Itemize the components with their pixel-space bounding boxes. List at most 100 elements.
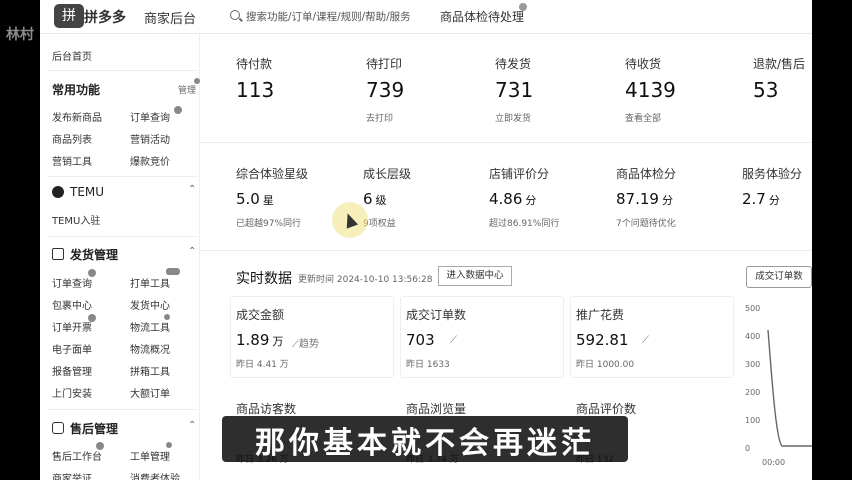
metric-label-visitors: 商品访客数 bbox=[236, 402, 297, 416]
y-tick: 300 bbox=[745, 360, 761, 369]
y-tick: 400 bbox=[745, 332, 761, 341]
sidebar-item-product-list[interactable]: 商品列表 bbox=[52, 131, 92, 146]
score-sub-shop-rating: 超过86.91%同行 bbox=[489, 219, 560, 229]
sidebar-item-print-tool[interactable]: 打单工具 bbox=[130, 275, 170, 290]
manage-link[interactable]: 管理 bbox=[178, 83, 196, 96]
item-badge bbox=[164, 314, 170, 320]
item-badge bbox=[88, 314, 96, 322]
chevron-up-icon[interactable]: ⌃ bbox=[188, 184, 196, 195]
go-print-link[interactable]: 去打印 bbox=[366, 111, 393, 124]
search-icon[interactable] bbox=[230, 10, 240, 20]
score-label-growth: 成长层级 bbox=[363, 167, 412, 181]
stat-label-pending-ship: 待发货 bbox=[495, 57, 532, 71]
metric-label-orders: 成交订单数 bbox=[406, 308, 467, 322]
sidebar-item-ticket[interactable]: 工单管理 bbox=[130, 448, 170, 463]
section-divider bbox=[200, 142, 812, 143]
stat-label-pending-payment: 待付款 bbox=[236, 57, 273, 71]
top-header: 拼 拼多多 商家后台 搜索功能/订单/课程/规则/帮助/服务 商品体检待处理 bbox=[40, 0, 812, 34]
trend-icon: ⟋ bbox=[292, 339, 299, 350]
enter-data-center-button[interactable]: 进入数据中心 bbox=[438, 266, 512, 286]
score-label-service: 服务体验分 bbox=[742, 167, 803, 181]
stat-value-refund[interactable]: 53 bbox=[753, 78, 778, 102]
sidebar-item-evidence[interactable]: 商家举证 bbox=[52, 470, 92, 480]
sidebar-item-box-tool[interactable]: 拼箱工具 bbox=[130, 363, 170, 378]
stat-value-pending-receive[interactable]: 4139 bbox=[625, 78, 676, 102]
score-number: 6 bbox=[363, 190, 373, 208]
order-count-selector[interactable]: 成交订单数 bbox=[746, 266, 812, 288]
sidebar-item-report[interactable]: 报备管理 bbox=[52, 363, 92, 378]
sidebar-item-large-order[interactable]: 大额订单 bbox=[130, 385, 170, 400]
sidebar-item-marketing-tools[interactable]: 营销工具 bbox=[52, 153, 92, 168]
sidebar-item-invoice[interactable]: 订单开票 bbox=[52, 319, 92, 334]
shipping-title: 发货管理 bbox=[70, 248, 119, 262]
search-input[interactable]: 搜索功能/订单/课程/规则/帮助/服务 bbox=[246, 9, 411, 24]
sidebar-item-e-waybill[interactable]: 电子面单 bbox=[52, 341, 92, 356]
sidebar-divider bbox=[48, 236, 198, 237]
temu-icon bbox=[52, 186, 64, 198]
item-badge bbox=[166, 268, 180, 275]
stat-value-pending-payment[interactable]: 113 bbox=[236, 78, 274, 102]
sidebar-item-consumer[interactable]: 消费者体验 bbox=[130, 470, 180, 480]
metric-value-gmv: 1.89 万 bbox=[236, 331, 283, 349]
item-badge bbox=[88, 269, 96, 277]
trend-line bbox=[767, 329, 812, 447]
score-value-growth[interactable]: 6级 bbox=[363, 190, 387, 208]
sidebar-item-order-query[interactable]: 订单查询 bbox=[52, 275, 92, 290]
metric-yesterday-gmv: 昨日 4.41 万 bbox=[236, 360, 289, 370]
score-unit: 分 bbox=[661, 194, 673, 207]
metric-label-pageviews: 商品浏览量 bbox=[406, 402, 467, 416]
sidebar-item-publish[interactable]: 发布新商品 bbox=[52, 109, 102, 124]
trend-icon[interactable]: ⟋ bbox=[450, 335, 457, 346]
score-unit: 分 bbox=[525, 194, 537, 207]
sidebar-item-bidding[interactable]: 爆款竞价 bbox=[130, 153, 170, 168]
sidebar-item-package-center[interactable]: 包裹中心 bbox=[52, 297, 92, 312]
trend-link[interactable]: ⟋趋势 bbox=[292, 335, 319, 350]
aftersale-title: 售后管理 bbox=[70, 422, 119, 436]
stat-value-pending-ship[interactable]: 731 bbox=[495, 78, 533, 102]
score-number: 4.86 bbox=[489, 190, 523, 208]
score-value-experience[interactable]: 5.0 星 bbox=[236, 190, 274, 208]
chevron-up-icon[interactable]: ⌃ bbox=[188, 246, 196, 257]
score-value-service[interactable]: 2.7 分 bbox=[742, 190, 780, 208]
metric-label-gmv: 成交金额 bbox=[236, 308, 285, 322]
shipping-icon bbox=[52, 248, 64, 260]
section-divider bbox=[200, 250, 812, 251]
sidebar-item-temu-join[interactable]: TEMU入驻 bbox=[52, 212, 100, 227]
x-tick: 00:00 bbox=[762, 458, 786, 467]
common-functions-title: 常用功能 bbox=[52, 83, 101, 97]
sidebar-item-shipping-center[interactable]: 发货中心 bbox=[130, 297, 170, 312]
sidebar-item-logistics-tool[interactable]: 物流工具 bbox=[130, 319, 170, 334]
video-subtitle: 那你基本就不会再迷茫 bbox=[255, 426, 595, 461]
realtime-updated: 更新时间 2024-10-10 13:56:28 bbox=[298, 275, 433, 285]
item-badge bbox=[96, 442, 104, 450]
sidebar-item-logistics-overview[interactable]: 物流概况 bbox=[130, 341, 170, 356]
score-number: 87.19 bbox=[616, 190, 659, 208]
view-all-link[interactable]: 查看全部 bbox=[625, 111, 661, 124]
product-check-notice[interactable]: 商品体检待处理 bbox=[440, 8, 524, 25]
score-label-shop-rating: 店铺评价分 bbox=[489, 167, 550, 181]
trend-label: 趋势 bbox=[299, 339, 319, 350]
metric-yesterday-orders: 昨日 1633 bbox=[406, 360, 450, 370]
chevron-up-icon[interactable]: ⌃ bbox=[188, 420, 196, 431]
sidebar-item-install[interactable]: 上门安装 bbox=[52, 385, 92, 400]
ship-now-link[interactable]: 立即发货 bbox=[495, 111, 531, 124]
sidebar-item-order-query[interactable]: 订单查询 bbox=[130, 109, 170, 124]
stat-label-pending-receive: 待收货 bbox=[625, 57, 662, 71]
stat-value-pending-print[interactable]: 739 bbox=[366, 78, 404, 102]
sidebar-item-aftersale-desk[interactable]: 售后工作台 bbox=[52, 448, 102, 463]
score-sub-product-check: 7个问题待优化 bbox=[616, 219, 676, 229]
stat-label-pending-print: 待打印 bbox=[366, 57, 403, 71]
mini-trend-chart bbox=[767, 329, 812, 447]
score-value-shop-rating[interactable]: 4.86 分 bbox=[489, 190, 536, 208]
sidebar-item-marketing[interactable]: 营销活动 bbox=[130, 131, 170, 146]
y-tick: 100 bbox=[745, 416, 761, 425]
logo-icon[interactable]: 拼 bbox=[54, 4, 84, 28]
item-badge bbox=[166, 442, 172, 448]
score-value-product-check[interactable]: 87.19 分 bbox=[616, 190, 673, 208]
y-tick: 0 bbox=[745, 444, 751, 453]
metric-yesterday-ad-spend: 昨日 1000.00 bbox=[576, 360, 635, 370]
trend-icon[interactable]: ⟋ bbox=[642, 335, 649, 346]
score-sub-experience: 已超越97%同行 bbox=[236, 219, 302, 229]
sidebar-item-home[interactable]: 后台首页 bbox=[52, 48, 92, 63]
sidebar-divider bbox=[48, 176, 198, 177]
